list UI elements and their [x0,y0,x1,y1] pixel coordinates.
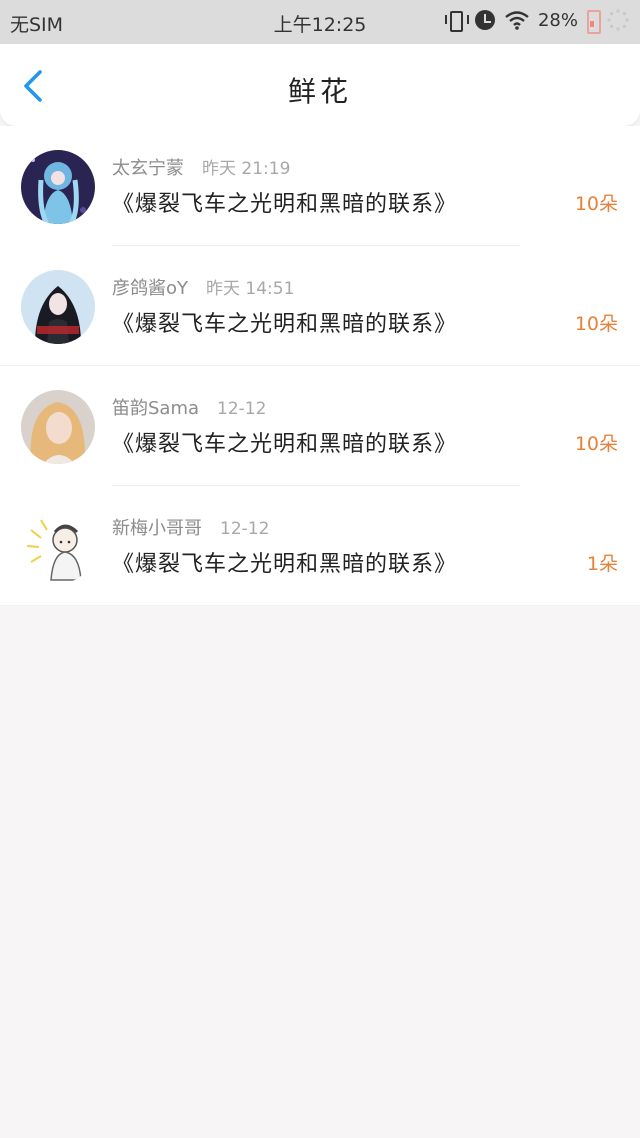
loading-icon [606,8,630,32]
avatar[interactable] [21,150,95,224]
list-item[interactable]: 新梅小哥哥 12-12 《爆裂飞车之光明和黑暗的联系》 1朵 [0,486,640,606]
flower-count: 1朵 [586,553,618,575]
battery-percent: 28% [537,9,578,31]
battery-icon [586,9,601,34]
user-line: 彦鸽酱οY 昨天 14:51 [112,274,294,300]
user-line: 太玄宁蒙 昨天 21:19 [112,154,290,180]
status-bar: 无SIM 上午12:25 28% [0,0,640,44]
user-line: 笛韵Sama 12-12 [112,394,266,420]
list-item[interactable]: 彦鸽酱οY 昨天 14:51 《爆裂飞车之光明和黑暗的联系》 10朵 [0,246,640,366]
vibrate-icon [444,9,469,32]
user-name[interactable]: 彦鸽酱οY [112,278,188,299]
user-name[interactable]: 太玄宁蒙 [112,158,184,179]
status-icons: 28% [444,8,630,34]
post-time: 12-12 [220,519,270,539]
flower-count: 10朵 [574,313,618,335]
work-title[interactable]: 《爆裂飞车之光明和黑暗的联系》 [112,186,457,218]
flower-count: 10朵 [574,433,618,455]
work-title[interactable]: 《爆裂飞车之光明和黑暗的联系》 [112,426,457,458]
work-title[interactable]: 《爆裂飞车之光明和黑暗的联系》 [112,546,457,578]
flower-count: 10朵 [574,193,618,215]
page-title: 鲜花 [287,75,352,108]
avatar[interactable] [21,510,95,584]
alarm-icon [474,9,496,31]
user-line: 新梅小哥哥 12-12 [112,514,269,540]
user-name[interactable]: 笛韵Sama [112,398,199,419]
list-item[interactable]: 笛韵Sama 12-12 《爆裂飞车之光明和黑暗的联系》 10朵 [0,366,640,486]
post-time: 昨天 14:51 [206,279,295,299]
user-name[interactable]: 新梅小哥哥 [112,518,202,539]
wifi-icon [504,9,530,31]
avatar[interactable] [21,270,95,344]
work-title[interactable]: 《爆裂飞车之光明和黑暗的联系》 [112,306,457,338]
post-time: 昨天 21:19 [202,159,291,179]
divider [0,605,640,606]
flower-list: 太玄宁蒙 昨天 21:19 《爆裂飞车之光明和黑暗的联系》 10朵 彦鸽酱οY 昨天… [0,126,640,606]
avatar[interactable] [21,390,95,464]
post-time: 12-12 [217,399,267,419]
list-item[interactable]: 太玄宁蒙 昨天 21:19 《爆裂飞车之光明和黑暗的联系》 10朵 [0,126,640,246]
nav-header: 鲜花 [0,44,640,126]
